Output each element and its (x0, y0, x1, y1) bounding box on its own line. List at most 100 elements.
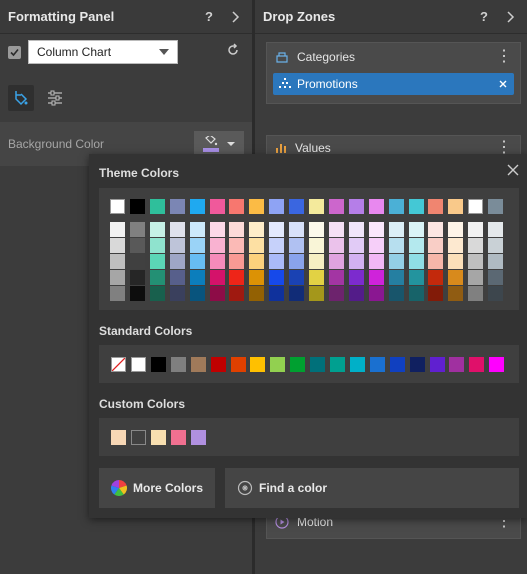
theme-shade-swatch[interactable] (189, 238, 205, 253)
theme-shade-swatch[interactable] (328, 238, 344, 253)
help-icon[interactable]: ? (200, 9, 218, 24)
theme-shade-swatch[interactable] (269, 222, 285, 237)
theme-color-swatch[interactable] (408, 199, 424, 214)
theme-shade-swatch[interactable] (309, 254, 324, 269)
theme-shade-swatch[interactable] (428, 286, 444, 301)
close-icon[interactable] (507, 163, 519, 181)
theme-shade-swatch[interactable] (269, 238, 285, 253)
theme-shade-swatch[interactable] (209, 254, 225, 269)
theme-shade-swatch[interactable] (368, 222, 384, 237)
standard-color-swatch[interactable] (290, 357, 306, 372)
theme-shade-swatch[interactable] (348, 254, 364, 269)
theme-shade-swatch[interactable] (110, 286, 125, 301)
theme-shade-swatch[interactable] (448, 254, 464, 269)
theme-shade-swatch[interactable] (368, 270, 384, 285)
theme-color-swatch[interactable] (309, 199, 324, 214)
theme-shade-swatch[interactable] (209, 286, 225, 301)
theme-shade-swatch[interactable] (388, 222, 404, 237)
theme-color-swatch[interactable] (169, 199, 185, 214)
theme-color-swatch[interactable] (129, 199, 145, 214)
theme-color-swatch[interactable] (110, 199, 125, 214)
theme-shade-swatch[interactable] (249, 222, 265, 237)
theme-shade-swatch[interactable] (488, 254, 504, 269)
categories-zone[interactable]: Categories ⋮ Promotions (266, 42, 521, 104)
standard-color-swatch[interactable] (230, 357, 246, 372)
standard-color-swatch[interactable] (349, 357, 365, 372)
theme-shade-swatch[interactable] (448, 238, 464, 253)
theme-shade-swatch[interactable] (229, 270, 245, 285)
standard-color-swatch[interactable] (489, 357, 505, 372)
standard-color-swatch[interactable] (150, 357, 166, 372)
theme-color-swatch[interactable] (328, 199, 344, 214)
theme-shade-swatch[interactable] (229, 254, 245, 269)
theme-shade-swatch[interactable] (388, 270, 404, 285)
more-colors-button[interactable]: More Colors (99, 468, 215, 508)
theme-shade-swatch[interactable] (169, 254, 185, 269)
theme-shade-swatch[interactable] (129, 270, 145, 285)
theme-shade-swatch[interactable] (348, 222, 364, 237)
theme-shade-swatch[interactable] (189, 222, 205, 237)
theme-shade-swatch[interactable] (488, 286, 504, 301)
theme-shade-swatch[interactable] (309, 238, 324, 253)
theme-shade-swatch[interactable] (269, 270, 285, 285)
theme-shade-swatch[interactable] (408, 254, 424, 269)
theme-shade-swatch[interactable] (229, 238, 245, 253)
standard-color-swatch[interactable] (170, 357, 186, 372)
theme-shade-swatch[interactable] (209, 222, 225, 237)
theme-shade-swatch[interactable] (110, 222, 125, 237)
standard-color-swatch[interactable] (449, 357, 465, 372)
theme-shade-swatch[interactable] (249, 238, 265, 253)
standard-color-swatch[interactable] (131, 357, 146, 372)
theme-shade-swatch[interactable] (189, 286, 205, 301)
no-color-swatch[interactable] (111, 357, 126, 372)
standard-color-swatch[interactable] (250, 357, 266, 372)
theme-color-swatch[interactable] (468, 199, 484, 214)
theme-shade-swatch[interactable] (169, 286, 185, 301)
theme-color-swatch[interactable] (189, 199, 205, 214)
theme-shade-swatch[interactable] (388, 286, 404, 301)
custom-color-swatch[interactable] (131, 430, 146, 445)
theme-shade-swatch[interactable] (328, 286, 344, 301)
theme-shade-swatch[interactable] (309, 286, 324, 301)
standard-color-swatch[interactable] (190, 357, 206, 372)
chevron-right-icon[interactable] (501, 10, 519, 23)
theme-color-swatch[interactable] (229, 199, 245, 214)
remove-icon[interactable] (498, 79, 508, 89)
theme-color-swatch[interactable] (448, 199, 464, 214)
theme-shade-swatch[interactable] (289, 286, 305, 301)
standard-color-swatch[interactable] (330, 357, 345, 372)
theme-shade-swatch[interactable] (249, 270, 265, 285)
theme-shade-swatch[interactable] (209, 270, 225, 285)
theme-shade-swatch[interactable] (269, 286, 285, 301)
theme-shade-swatch[interactable] (129, 222, 145, 237)
theme-shade-swatch[interactable] (249, 286, 265, 301)
find-color-button[interactable]: Find a color (225, 468, 519, 508)
theme-shade-swatch[interactable] (129, 254, 145, 269)
theme-shade-swatch[interactable] (309, 270, 324, 285)
theme-shade-swatch[interactable] (488, 238, 504, 253)
chart-enable-checkbox[interactable] (8, 45, 21, 59)
custom-color-swatch[interactable] (111, 430, 126, 445)
theme-shade-swatch[interactable] (289, 238, 305, 253)
theme-shade-swatch[interactable] (348, 270, 364, 285)
chevron-right-icon[interactable] (226, 10, 244, 23)
theme-shade-swatch[interactable] (209, 238, 225, 253)
theme-shade-swatch[interactable] (149, 270, 165, 285)
theme-color-swatch[interactable] (428, 199, 444, 214)
theme-shade-swatch[interactable] (448, 286, 464, 301)
theme-shade-swatch[interactable] (289, 222, 305, 237)
theme-shade-swatch[interactable] (348, 286, 364, 301)
theme-shade-swatch[interactable] (468, 238, 484, 253)
standard-color-swatch[interactable] (310, 357, 326, 372)
theme-shade-swatch[interactable] (448, 222, 464, 237)
theme-color-swatch[interactable] (348, 199, 364, 214)
theme-shade-swatch[interactable] (488, 270, 504, 285)
theme-shade-swatch[interactable] (289, 254, 305, 269)
theme-shade-swatch[interactable] (169, 270, 185, 285)
theme-color-swatch[interactable] (388, 199, 404, 214)
theme-shade-swatch[interactable] (229, 222, 245, 237)
custom-color-swatch[interactable] (151, 430, 166, 445)
theme-shade-swatch[interactable] (129, 238, 145, 253)
theme-shade-swatch[interactable] (328, 222, 344, 237)
standard-color-swatch[interactable] (409, 357, 425, 372)
